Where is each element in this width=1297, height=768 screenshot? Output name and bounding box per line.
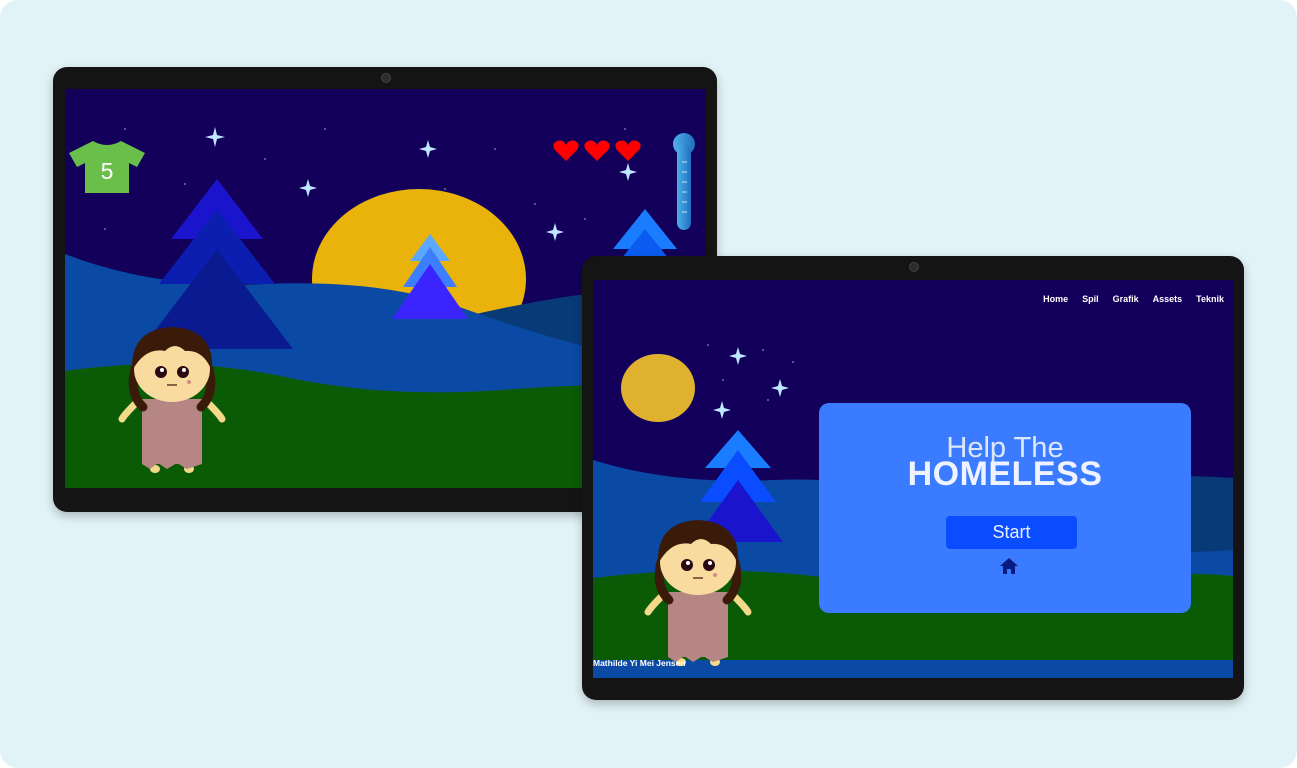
nav-teknik[interactable]: Teknik (1189, 294, 1231, 304)
heart-icon (615, 140, 641, 161)
background-stage: 5 Home Spil Grafik Assets Teknik Help Th… (0, 0, 1297, 768)
clothes-counter: 5 (69, 139, 145, 193)
nav-grafik[interactable]: Grafik (1106, 294, 1146, 304)
nav-assets[interactable]: Assets (1146, 294, 1190, 304)
camera-icon (909, 262, 919, 272)
nav-home[interactable]: Home (1036, 294, 1075, 304)
thermometer (671, 132, 697, 232)
home-icon[interactable] (999, 557, 1019, 575)
author-name: Mathilde Yi Mei Jensen (593, 658, 686, 668)
menu-screen: Home Spil Grafik Assets Teknik Help The … (593, 280, 1233, 678)
moon (621, 354, 695, 422)
camera-icon (381, 73, 391, 83)
top-nav: Home Spil Grafik Assets Teknik (1036, 294, 1231, 304)
heart-icon (553, 140, 579, 161)
start-menu-card: Help The HOMELESS Start (819, 403, 1191, 613)
star-icon (713, 347, 789, 419)
heart-icon (584, 140, 610, 161)
clothes-count: 5 (100, 158, 114, 184)
start-button[interactable]: Start (946, 516, 1077, 549)
nav-spil[interactable]: Spil (1075, 294, 1106, 304)
tree-left (141, 179, 293, 349)
thermometer-icon (673, 133, 695, 230)
lives-display (551, 139, 647, 163)
hearts (553, 140, 641, 161)
title-line2: HOMELESS (907, 455, 1103, 493)
tablet-menu: Home Spil Grafik Assets Teknik Help The … (582, 256, 1244, 700)
